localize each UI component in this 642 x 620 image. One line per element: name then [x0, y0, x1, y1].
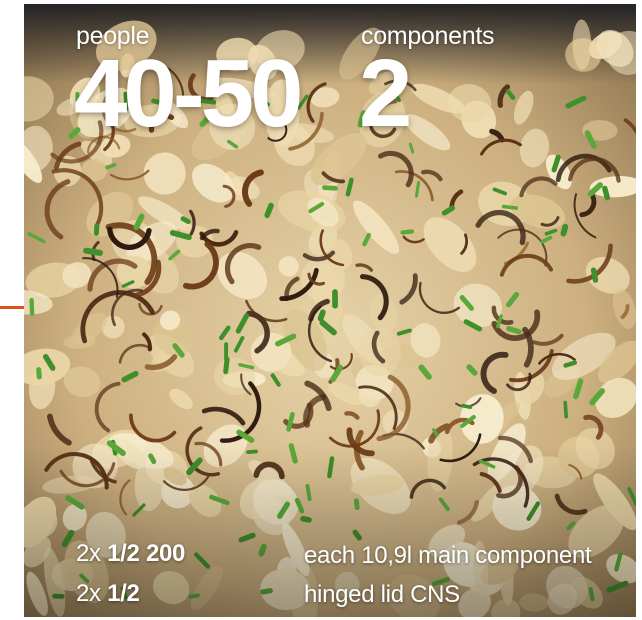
spec-size: 1/2 200 — [107, 540, 186, 567]
spec-qty: 2x — [76, 540, 101, 567]
spec-size: 1/2 — [107, 580, 140, 607]
components-value: 2 — [359, 40, 412, 147]
spec-row-1-qty: 2x 1/2 200 — [76, 540, 185, 568]
product-card: people 40-50 components 2 2x 1/2 200 eac… — [0, 0, 642, 620]
spec-row-2-qty: 2x 1/2 — [76, 580, 140, 608]
spec-row-2-description: hinged lid CNS — [304, 581, 460, 608]
people-value: 40-50 — [74, 40, 304, 147]
food-photo: people 40-50 components 2 2x 1/2 200 eac… — [24, 4, 636, 617]
spec-row-1-description: each 10,9l main component — [304, 542, 592, 569]
spec-qty: 2x — [76, 580, 101, 607]
